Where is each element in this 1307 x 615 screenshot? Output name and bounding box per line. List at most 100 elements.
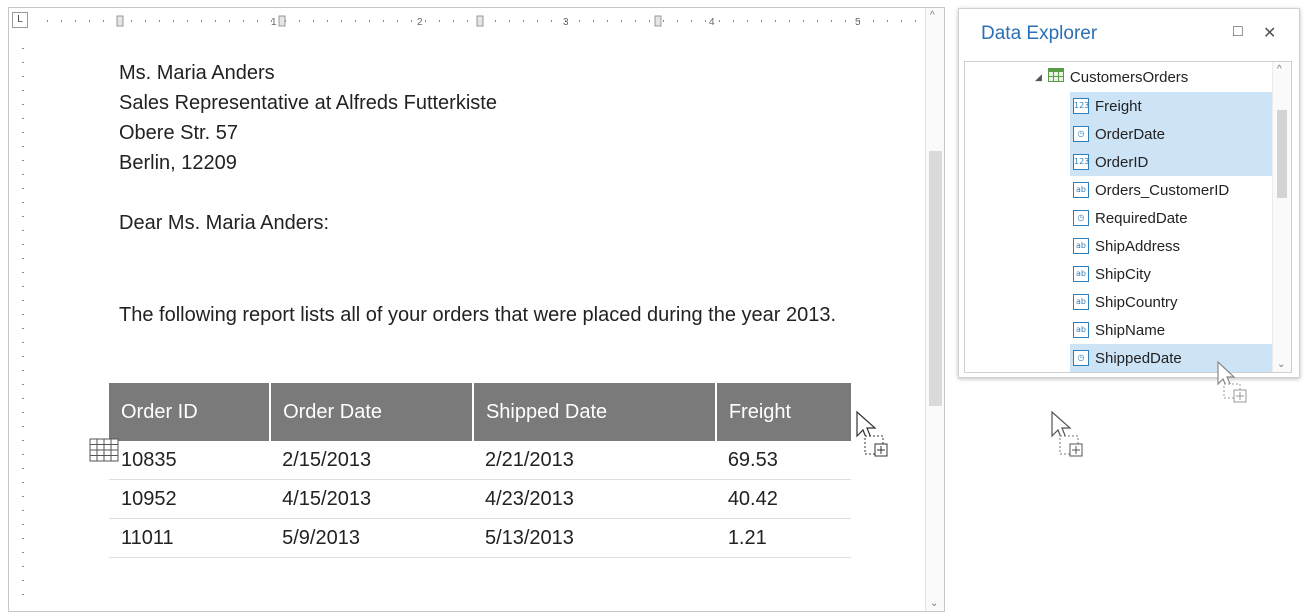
tree-field-item[interactable]: 123 OrderID	[1070, 148, 1276, 176]
tree-vertical-scrollbar[interactable]: ^ ⌄	[1272, 62, 1291, 372]
ruler-tick	[22, 398, 24, 399]
column-header[interactable]: Order Date	[270, 383, 474, 441]
tree-field-item[interactable]: 123 Freight	[1070, 92, 1276, 120]
close-icon[interactable]: ✕	[1263, 23, 1276, 43]
ruler-tick	[579, 20, 580, 22]
ruler-tick	[22, 62, 24, 63]
table-cell[interactable]: 5/9/2013	[270, 518, 473, 558]
scroll-down-icon[interactable]: ⌄	[1277, 359, 1285, 370]
ruler-tick	[677, 20, 678, 22]
table-cell[interactable]: 5/13/2013	[472, 518, 716, 558]
ruler-tick	[537, 20, 538, 22]
ruler-tick	[22, 566, 24, 567]
ruler-tick	[22, 440, 24, 441]
ruler-tick	[705, 20, 706, 22]
field-tree[interactable]: ◢ CustomersOrders 123 Freight ◷ OrderDate 12…	[964, 61, 1292, 373]
expand-triangle-icon[interactable]: ◢	[1035, 72, 1042, 83]
ruler-tick	[663, 20, 664, 22]
ruler-tick	[22, 594, 24, 595]
table-cell[interactable]: 11011	[109, 518, 271, 558]
ruler-tick	[761, 20, 762, 22]
ruler-column-marker[interactable]	[654, 15, 662, 27]
table-cell[interactable]: 2/21/2013	[472, 441, 716, 480]
ruler-tick	[215, 20, 216, 22]
tree-field-item[interactable]: ab ShipAddress	[1073, 232, 1273, 260]
table-cell[interactable]: 4/15/2013	[270, 479, 473, 519]
scroll-down-icon[interactable]: ⌄	[930, 598, 938, 609]
ruler-tick	[915, 20, 916, 22]
scroll-up-icon[interactable]: ^	[930, 10, 935, 21]
address-line: Obere Str. 57	[119, 122, 238, 144]
table-select-icon[interactable]	[89, 438, 119, 462]
table-row: 10952 4/15/2013 4/23/2013 40.42	[109, 479, 851, 519]
ruler-tick	[831, 20, 832, 22]
table-cell[interactable]: 10952	[109, 479, 271, 519]
table-cell[interactable]: 10835	[109, 441, 271, 480]
tree-field-label: ShipCountry	[1095, 293, 1178, 311]
number-field-icon: 123	[1073, 154, 1089, 170]
ruler-column-marker[interactable]	[476, 15, 484, 27]
orders-table[interactable]: Order ID Order Date Shipped Date Freight…	[109, 383, 851, 558]
ruler-tick	[383, 20, 384, 22]
ruler-tick	[22, 314, 24, 315]
ruler-tick	[733, 20, 734, 22]
ruler-tick	[22, 426, 24, 427]
vertical-ruler[interactable]	[14, 44, 32, 610]
tree-field-label: ShipAddress	[1095, 237, 1181, 255]
ruler-number: 5	[855, 17, 861, 28]
ruler-tick	[201, 20, 202, 22]
ruler-tick	[775, 20, 776, 22]
ruler-tick	[22, 412, 24, 413]
tab-stop-selector[interactable]: L	[12, 12, 28, 28]
scrollbar-thumb[interactable]	[929, 151, 942, 406]
table-cell[interactable]: 2/15/2013	[270, 441, 473, 480]
column-header[interactable]: Freight	[715, 383, 851, 441]
table-cell[interactable]: 1.21	[715, 518, 851, 558]
column-header[interactable]: Shipped Date	[472, 383, 717, 441]
ruler-tick	[22, 538, 24, 539]
ruler-tick	[635, 20, 636, 22]
ruler-number: 1	[271, 17, 277, 28]
maximize-icon[interactable]: □	[1233, 23, 1243, 41]
tree-field-item[interactable]: ab ShipCountry	[1073, 288, 1273, 316]
horizontal-ruler[interactable]: 1 2 3 4 5	[43, 12, 923, 30]
table-cell[interactable]: 4/23/2013	[472, 479, 716, 519]
table-cell[interactable]: 69.53	[715, 441, 851, 480]
table-cell[interactable]: 40.42	[715, 479, 851, 519]
ruler-tick	[22, 216, 24, 217]
ruler-column-marker[interactable]	[116, 15, 124, 27]
ruler-tick	[22, 384, 24, 385]
tree-field-item[interactable]: ◷ RequiredDate	[1073, 204, 1273, 232]
scroll-up-icon[interactable]: ^	[1277, 64, 1282, 75]
recipient-address: Ms. Maria Anders Sales Representative at…	[119, 58, 497, 178]
number-field-icon: 123	[1073, 98, 1089, 114]
ruler-tick	[22, 468, 24, 469]
date-field-icon: ◷	[1073, 350, 1089, 366]
tree-field-item[interactable]: ab Orders_CustomerID	[1073, 176, 1273, 204]
ruler-tick	[509, 20, 510, 22]
ruler-tick	[229, 20, 230, 22]
tree-field-label: Freight	[1095, 97, 1142, 115]
date-field-icon: ◷	[1073, 126, 1089, 142]
text-field-icon: ab	[1073, 294, 1089, 310]
text-field-icon: ab	[1073, 266, 1089, 282]
drag-copy-cursor-icon	[1050, 410, 1090, 465]
ruler-number: 2	[417, 17, 423, 28]
column-header[interactable]: Order ID	[109, 383, 272, 441]
tree-field-item[interactable]: ab ShipName	[1073, 316, 1273, 344]
scrollbar-thumb[interactable]	[1277, 110, 1287, 198]
document-page[interactable]: Ms. Maria Anders Sales Representative at…	[43, 38, 923, 611]
ruler-tick	[369, 20, 370, 22]
ruler-tick	[523, 20, 524, 22]
table-row: 10835 2/15/2013 2/21/2013 69.53	[109, 441, 851, 480]
ruler-tick	[159, 20, 160, 22]
tree-field-item[interactable]: ◷ OrderDate	[1070, 120, 1276, 148]
ruler-column-marker[interactable]	[278, 15, 286, 27]
ruler-tick	[887, 20, 888, 22]
body-paragraph: The following report lists all of your o…	[119, 304, 837, 326]
ruler-tick	[355, 20, 356, 22]
document-vertical-scrollbar[interactable]: ^ ⌄	[925, 8, 944, 611]
ruler-tick	[22, 160, 24, 161]
tree-field-item[interactable]: ab ShipCity	[1073, 260, 1273, 288]
tree-root-node[interactable]: ◢ CustomersOrders	[1035, 66, 1188, 88]
